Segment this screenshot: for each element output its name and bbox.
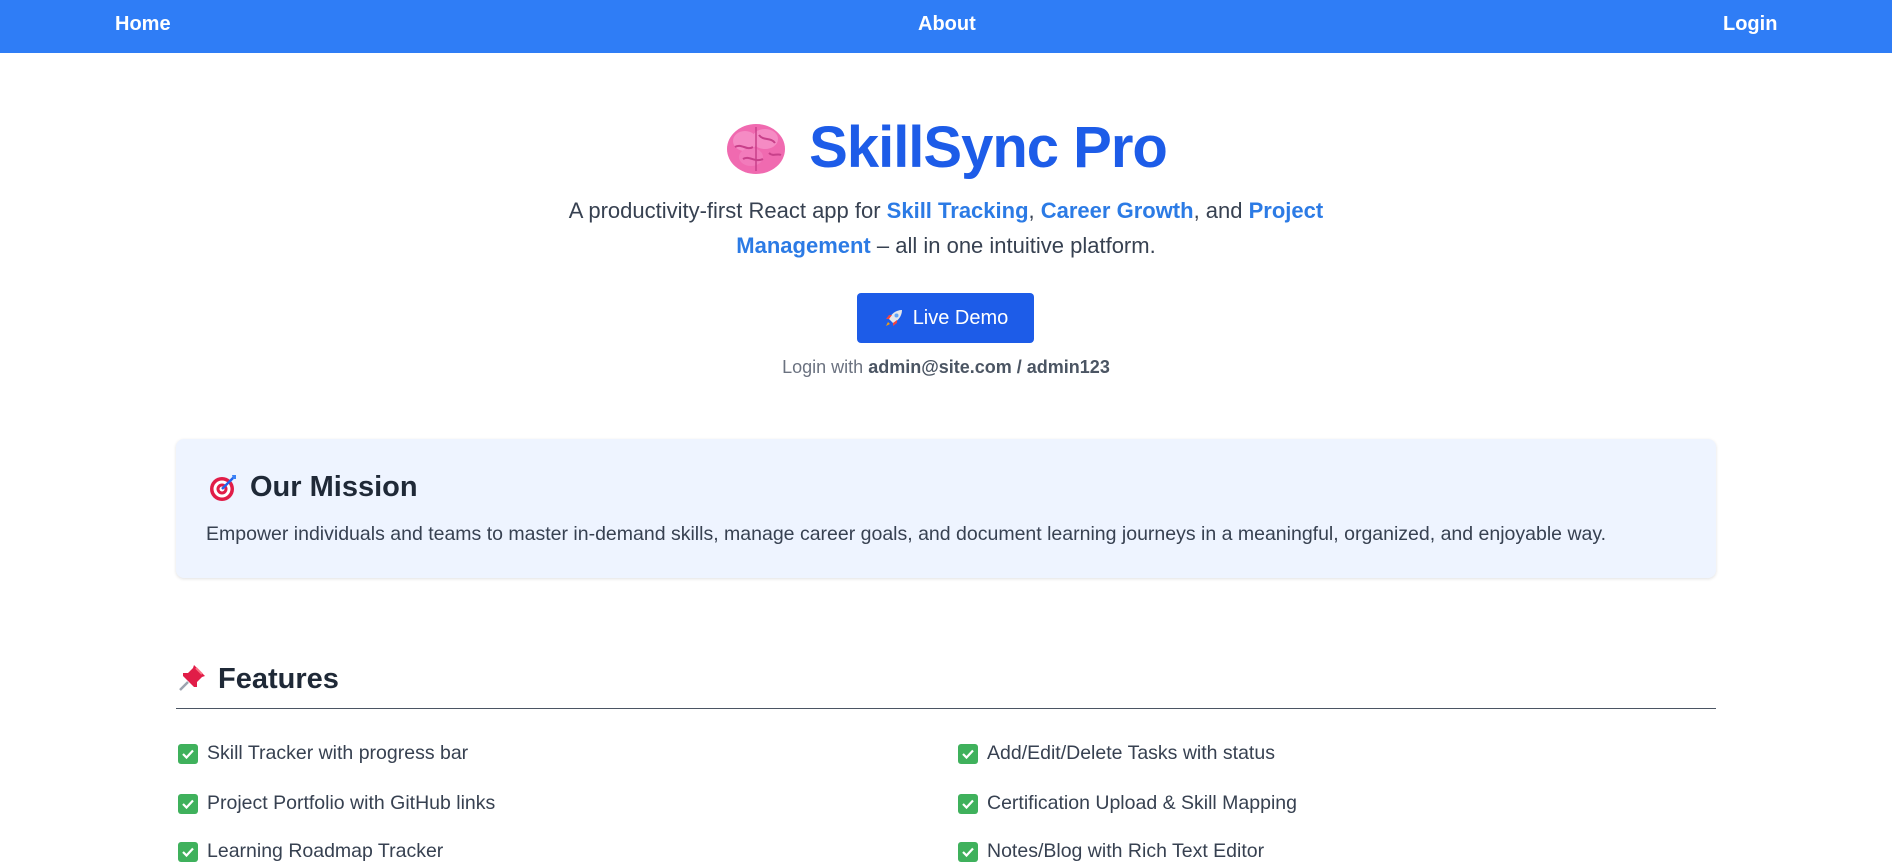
subtitle-separator: ,	[1028, 198, 1041, 223]
check-icon	[178, 793, 198, 814]
subtitle-separator: , and	[1193, 198, 1249, 223]
live-demo-label: Live Demo	[912, 306, 1009, 329]
highlight-career-growth: Career Growth	[1040, 198, 1194, 223]
hero-title: SkillSync Pro	[0, 108, 1892, 188]
feature-label: Skill Tracker with progress bar	[207, 742, 469, 764]
feature-label: Learning Roadmap Tracker	[207, 840, 444, 862]
pushpin-icon	[176, 662, 208, 694]
target-icon	[208, 473, 238, 503]
login-hint: Login with admin@site.com / admin123	[0, 355, 1892, 379]
feature-item: Project Portfolio with GitHub links	[178, 792, 495, 815]
check-icon	[958, 793, 978, 814]
nav-home-link[interactable]: Home	[115, 0, 171, 53]
mission-text: Empower individuals and teams to master …	[206, 523, 1607, 545]
feature-item: Notes/Blog with Rich Text Editor	[958, 840, 1264, 863]
feature-item: Add/Edit/Delete Tasks with status	[958, 742, 1275, 765]
subtitle-text: A productivity-first React app for	[568, 198, 887, 223]
feature-label: Add/Edit/Delete Tasks with status	[987, 742, 1275, 764]
feature-item: Learning Roadmap Tracker	[178, 840, 443, 863]
feature-label: Notes/Blog with Rich Text Editor	[987, 840, 1265, 862]
feature-item: Certification Upload & Skill Mapping	[958, 792, 1297, 815]
mission-header: Our Mission	[208, 471, 418, 504]
app-name: SkillSync Pro	[809, 115, 1168, 180]
features-header: Features	[176, 659, 1716, 709]
nav-login-link[interactable]: Login	[1723, 0, 1777, 53]
brain-icon	[725, 118, 787, 174]
mission-title: Our Mission	[250, 471, 418, 503]
features-title: Features	[218, 663, 339, 695]
hero-subtitle: A productivity-first React app for Skill…	[546, 193, 1346, 263]
check-icon	[958, 743, 978, 764]
mission-card: Our Mission Empower individuals and team…	[176, 439, 1716, 578]
highlight-skill-tracking: Skill Tracking	[886, 198, 1029, 223]
feature-label: Certification Upload & Skill Mapping	[987, 792, 1297, 814]
rocket-icon	[883, 307, 905, 329]
login-credentials: admin@site.com / admin123	[868, 357, 1110, 377]
login-hint-prefix: Login with	[782, 357, 869, 377]
feature-item: Skill Tracker with progress bar	[178, 742, 468, 765]
top-navbar: Home About Login	[0, 0, 1892, 53]
subtitle-text: – all in one intuitive platform.	[870, 233, 1156, 258]
live-demo-button[interactable]: Live Demo	[857, 293, 1034, 343]
nav-about-link[interactable]: About	[918, 0, 976, 53]
feature-label: Project Portfolio with GitHub links	[207, 792, 496, 814]
check-icon	[178, 743, 198, 764]
